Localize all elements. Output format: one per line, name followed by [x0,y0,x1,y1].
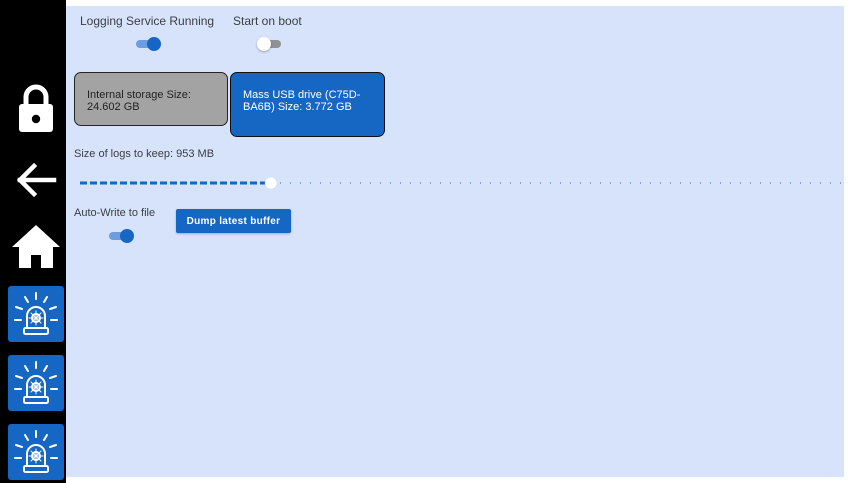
log-size-slider[interactable] [74,173,844,193]
back-arrow-icon [16,162,57,198]
settings-panel: Logging Service Running Start on boot In… [66,6,844,477]
alarm-siren-icon [14,292,58,335]
alarm-siren-icon [14,361,58,404]
internal-storage-label: Internal storage Size: 24.602 GB [87,89,191,113]
log-size-label: Size of logs to keep: 953 MB [74,148,215,160]
start-on-boot-toggle[interactable] [257,37,281,51]
logging-service-label: Logging Service Running [80,14,215,28]
start-on-boot-label: Start on boot [233,14,302,28]
home-icon [12,225,60,268]
back-button[interactable] [8,152,64,208]
alarm-button-2[interactable] [8,355,64,411]
sidebar [0,0,66,483]
alarm-button-1[interactable] [8,286,64,342]
internal-storage-option[interactable]: Internal storage Size: 24.602 GB [74,72,228,126]
alarm-siren-icon [14,430,58,473]
slider-thumb [264,176,278,190]
lock-icon [19,84,53,132]
usb-drive-option[interactable]: Mass USB drive (C75D-BA6B) Size: 3.772 G… [230,72,385,137]
usb-drive-label: Mass USB drive (C75D-BA6B) Size: 3.772 G… [243,89,361,113]
dump-buffer-button[interactable]: Dump latest buffer [176,209,291,233]
logging-service-toggle[interactable] [136,37,161,51]
auto-write-toggle[interactable] [109,229,134,243]
alarm-button-3[interactable] [8,424,64,480]
auto-write-label: Auto-Write to file [74,207,156,219]
lock-button[interactable] [8,80,64,136]
home-button[interactable] [8,218,64,274]
